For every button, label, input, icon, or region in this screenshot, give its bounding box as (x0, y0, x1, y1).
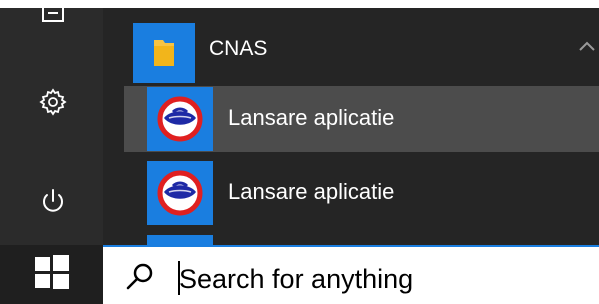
start-menu-rail (0, 7, 103, 245)
windows-logo-icon (34, 255, 69, 294)
gear-icon[interactable] (36, 85, 70, 119)
start-button[interactable] (0, 245, 103, 304)
group-label: CNAS (209, 37, 268, 60)
document-icon[interactable] (36, 0, 70, 34)
app-label: Lansare aplicatie (228, 105, 395, 130)
app-group-cnas[interactable]: CNAS (124, 18, 599, 84)
taskbar: Search for anything (0, 245, 599, 304)
top-edge (0, 0, 599, 8)
cnas-logo-icon (147, 161, 213, 225)
search-bar[interactable]: Search for anything (103, 245, 599, 304)
chevron-up-icon[interactable] (579, 38, 595, 56)
app-item-lansare-aplicatie-2[interactable]: Lansare aplicatie (124, 160, 599, 226)
power-icon[interactable] (36, 184, 70, 218)
search-input[interactable]: Search for anything (179, 264, 413, 295)
screen: CNAS Lansare aplicatie Lansare aplicatie… (0, 0, 599, 304)
app-item-lansare-aplicatie-1[interactable]: Lansare aplicatie (124, 86, 599, 152)
search-icon (125, 262, 155, 297)
cnas-logo-icon (147, 87, 213, 151)
folder-icon (133, 23, 195, 83)
app-label: Lansare aplicatie (228, 179, 395, 204)
